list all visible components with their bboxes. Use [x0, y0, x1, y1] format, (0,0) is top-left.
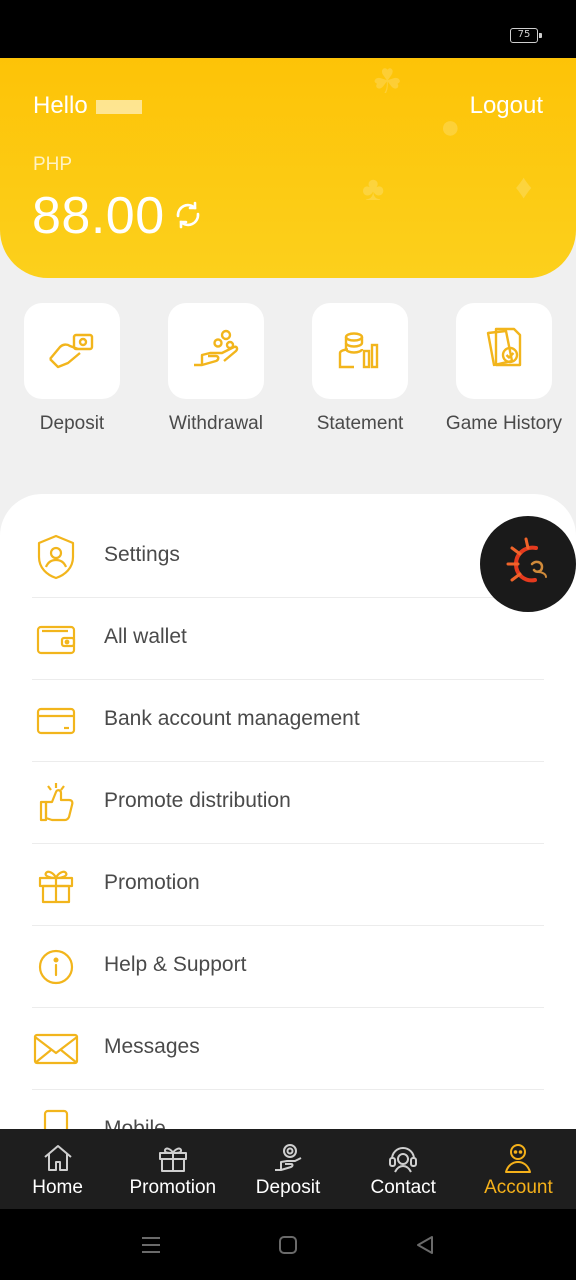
menu-item-all-wallet[interactable]: All wallet	[32, 598, 544, 680]
logout-button[interactable]: Logout	[470, 92, 543, 120]
menu-label: Promote distribution	[104, 789, 291, 812]
menu-label: Promotion	[104, 871, 200, 894]
menu-label: Messages	[104, 1035, 200, 1058]
home-icon	[43, 1145, 72, 1171]
nav-promotion[interactable]: Promotion	[115, 1129, 230, 1209]
greeting-text: Hello	[33, 92, 88, 119]
deposit-icon	[275, 1144, 302, 1171]
nav-label: Home	[32, 1177, 83, 1198]
nav-label: Account	[484, 1177, 553, 1198]
coin-stack-chart-icon	[338, 332, 379, 369]
withdrawal-tile[interactable]	[168, 303, 264, 399]
quick-game-history[interactable]: Game History	[446, 303, 562, 436]
nav-account[interactable]: Account	[461, 1129, 576, 1209]
menu-label: All wallet	[104, 625, 187, 648]
quick-label: Withdrawal	[169, 413, 263, 434]
quick-withdrawal[interactable]: Withdrawal	[168, 303, 264, 436]
quick-deposit[interactable]: Deposit	[24, 303, 120, 436]
menu-item-promote-distribution[interactable]: Promote distribution	[32, 762, 544, 844]
account-header: ☘ ♣ ♦ ● Hello Logout PHP 88.00	[0, 58, 576, 278]
battery-icon: 75	[510, 28, 542, 43]
gift-icon	[32, 861, 80, 909]
wallet-icon	[32, 615, 80, 663]
user-icon	[505, 1144, 532, 1173]
gift-icon	[158, 1147, 187, 1172]
nav-label: Deposit	[255, 1177, 321, 1198]
thumbs-up-icon	[32, 779, 80, 827]
bottom-nav: Home Promotion Deposit Contact Account	[0, 1129, 576, 1209]
envelope-icon	[32, 1025, 80, 1073]
quick-label: Game History	[445, 413, 563, 434]
greeting: Hello	[33, 92, 142, 120]
quick-statement[interactable]: Statement	[312, 303, 408, 436]
apple-decor-icon: ●	[440, 108, 461, 146]
home-square-icon[interactable]	[277, 1234, 299, 1256]
bank-card-icon	[32, 697, 80, 745]
nav-home[interactable]: Home	[0, 1129, 115, 1209]
nav-label: Contact	[370, 1177, 436, 1198]
nav-deposit[interactable]: Deposit	[230, 1129, 345, 1209]
document-check-icon	[486, 327, 522, 367]
username-masked	[95, 99, 142, 114]
strawberry-decor-icon: ♦	[515, 168, 533, 206]
status-bar: 75	[0, 0, 576, 58]
hand-money-icon	[49, 333, 94, 369]
deposit-tile[interactable]	[24, 303, 120, 399]
menu-item-bank-account[interactable]: Bank account management	[32, 680, 544, 762]
info-icon	[32, 943, 80, 991]
menu-icon[interactable]	[140, 1234, 162, 1256]
menu-item-settings[interactable]: Settings	[32, 516, 544, 598]
sun-logo-icon	[506, 537, 547, 583]
back-icon[interactable]	[414, 1234, 436, 1256]
statement-tile[interactable]	[312, 303, 408, 399]
floating-logo-button[interactable]	[480, 516, 576, 612]
game-history-tile[interactable]	[456, 303, 552, 399]
headset-icon	[389, 1147, 418, 1173]
menu-label: Bank account management	[104, 707, 360, 730]
menu-item-help-support[interactable]: Help & Support	[32, 926, 544, 1008]
system-nav-bar	[0, 1209, 576, 1280]
menu-card: Settings All wallet Bank account managem…	[0, 494, 576, 1194]
currency-label: PHP	[33, 154, 73, 175]
menu-item-promotion[interactable]: Promotion	[32, 844, 544, 926]
hand-coins-icon	[194, 329, 239, 367]
refresh-icon[interactable]	[172, 199, 204, 231]
nav-label: Promotion	[129, 1177, 217, 1198]
quick-label: Statement	[316, 413, 404, 434]
clover-decor-icon: ♣	[362, 170, 385, 208]
quick-label: Deposit	[39, 413, 105, 434]
shield-user-icon	[32, 533, 80, 581]
balance-amount: 88.00	[32, 187, 165, 245]
nav-contact[interactable]: Contact	[346, 1129, 461, 1209]
decor-icon: ☘	[372, 63, 403, 101]
menu-item-messages[interactable]: Messages	[32, 1008, 544, 1090]
menu-label: Settings	[104, 543, 180, 566]
menu-label: Help & Support	[104, 953, 247, 976]
